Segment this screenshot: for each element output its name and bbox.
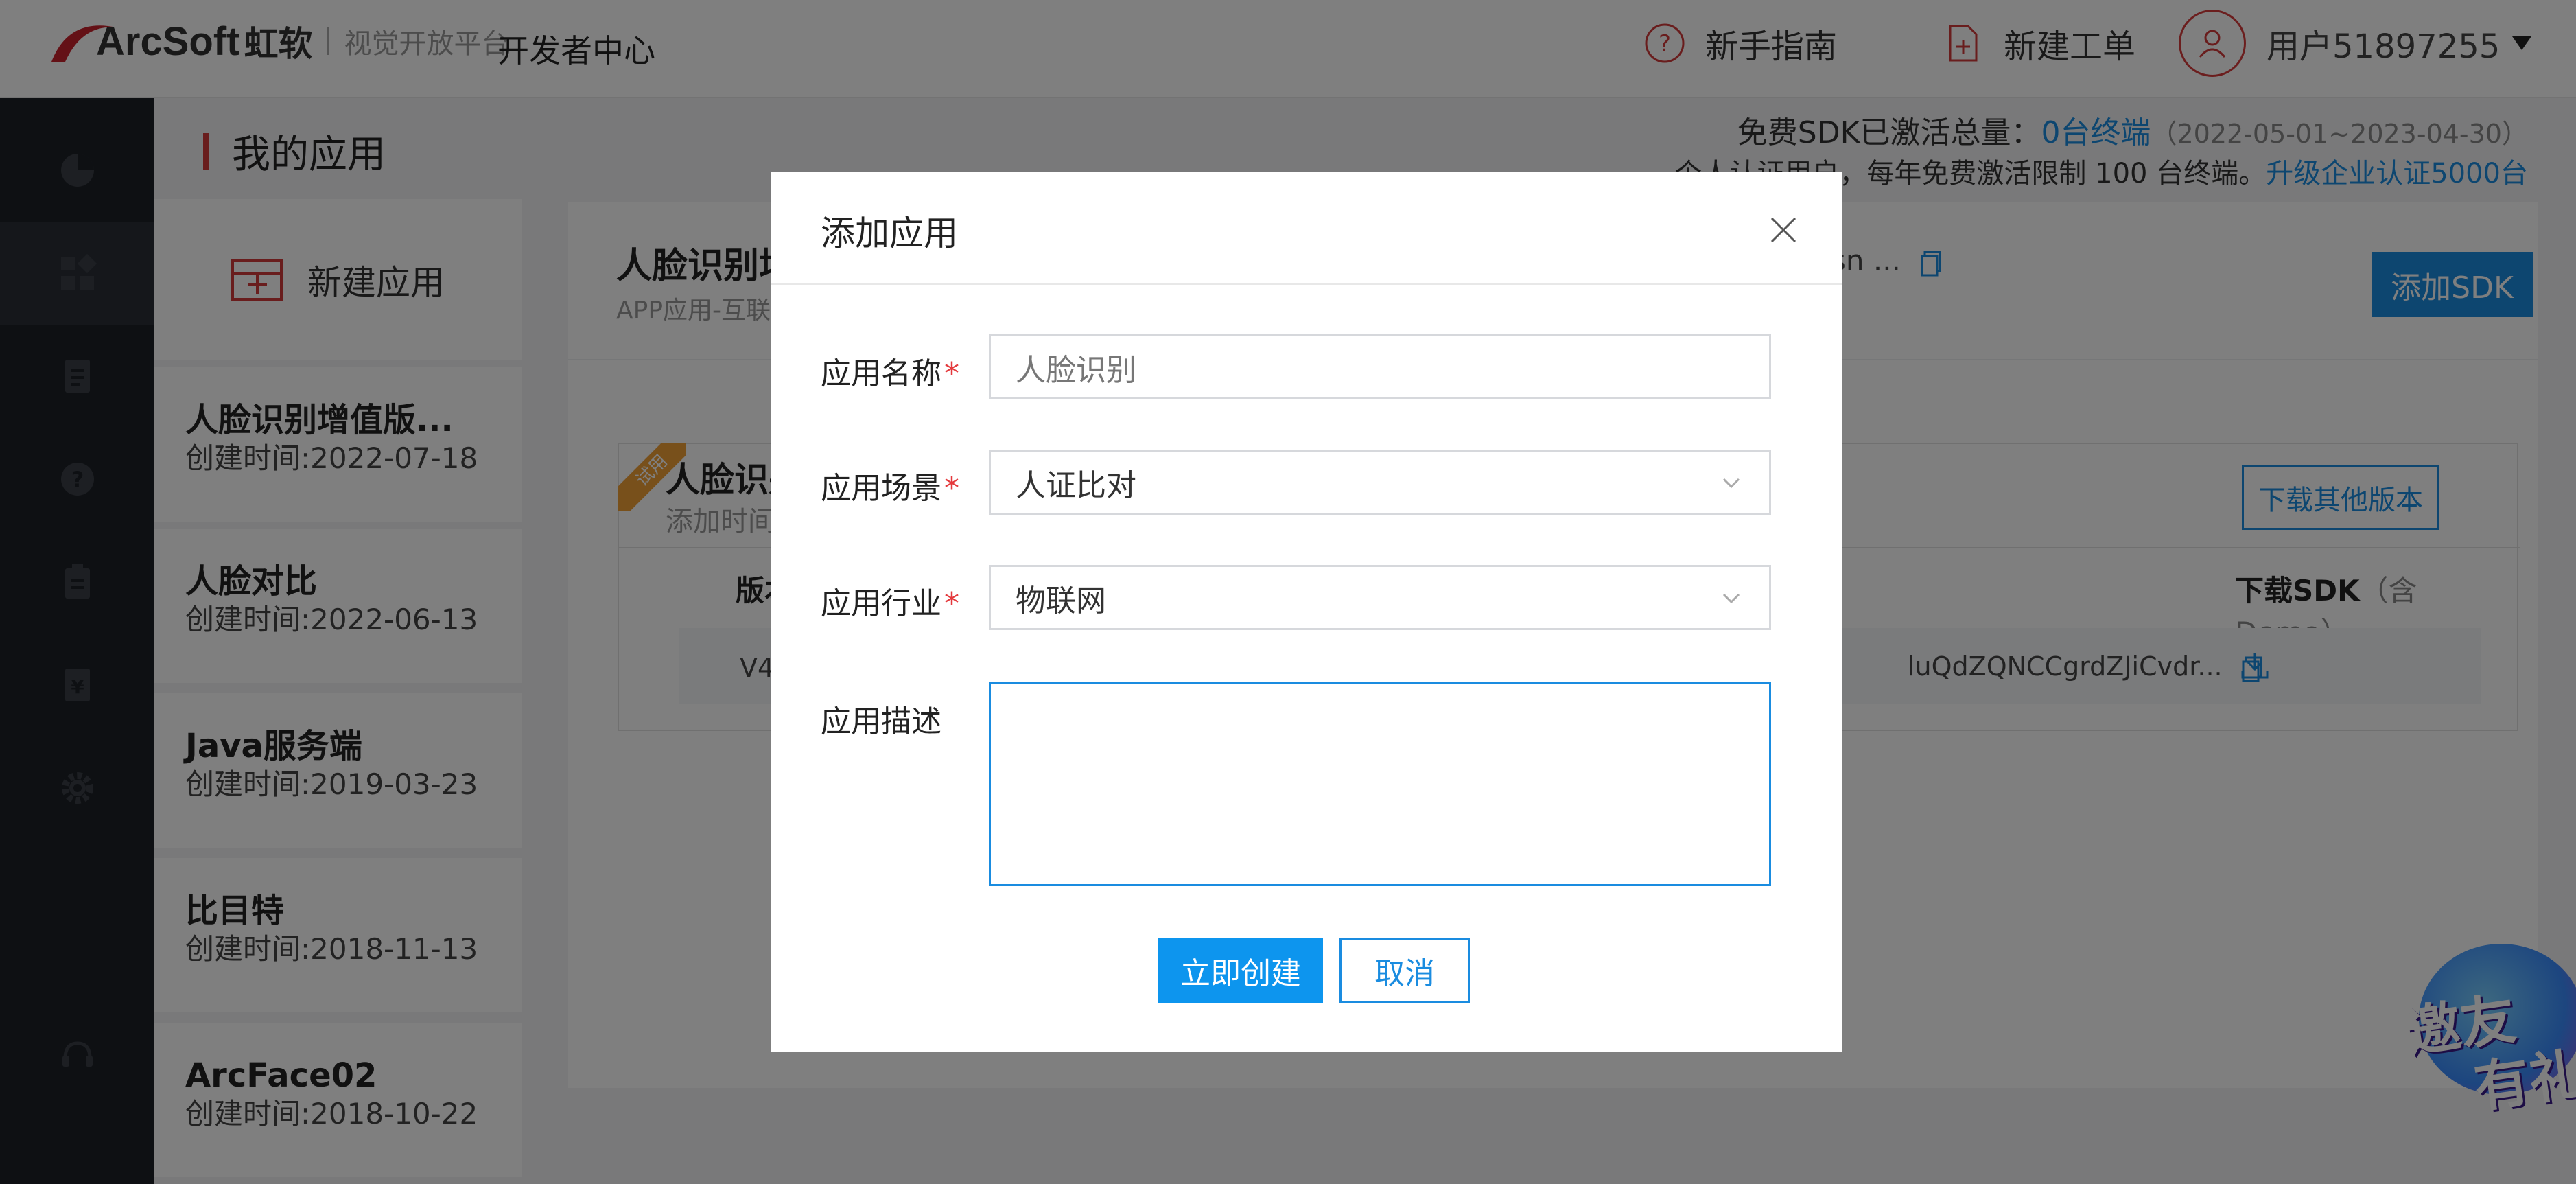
chevron-down-icon bbox=[1722, 593, 1740, 604]
app-desc-label: 应用描述 bbox=[821, 704, 941, 739]
dialog-title: 添加应用 bbox=[821, 213, 958, 253]
app-scene-label: 应用场景* bbox=[821, 471, 959, 506]
create-button[interactable]: 立即创建 bbox=[1158, 938, 1323, 1003]
chevron-down-icon bbox=[1722, 478, 1740, 489]
app-desc-textarea[interactable] bbox=[989, 682, 1771, 886]
app-scene-value: 人证比对 bbox=[1016, 467, 1136, 503]
close-icon[interactable] bbox=[1766, 213, 1801, 247]
app-scene-select[interactable]: 人证比对 bbox=[989, 450, 1771, 515]
app-name-input[interactable]: 人脸识别 bbox=[989, 334, 1771, 399]
app-industry-value: 物联网 bbox=[1016, 583, 1106, 618]
app-industry-select[interactable]: 物联网 bbox=[989, 565, 1771, 630]
dialog-header: 添加应用 bbox=[771, 172, 1842, 285]
cancel-button[interactable]: 取消 bbox=[1339, 938, 1470, 1003]
app-industry-label: 应用行业* bbox=[821, 586, 959, 621]
app-name-label: 应用名称* bbox=[821, 356, 959, 391]
add-app-dialog: 添加应用 应用名称* 人脸识别 应用场景* 人证比对 应用行业* 物联网 应用描… bbox=[771, 172, 1842, 1052]
